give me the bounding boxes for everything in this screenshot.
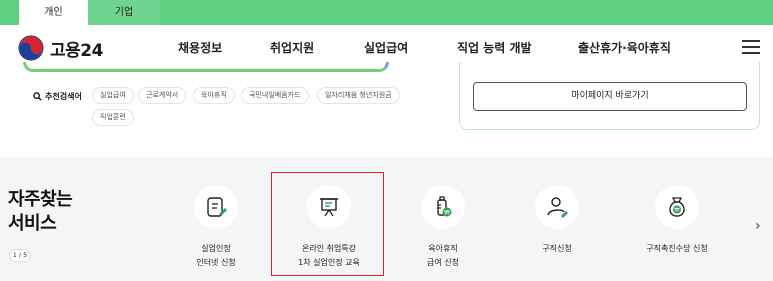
keyword-tag[interactable]: 육아휴직 bbox=[193, 87, 235, 104]
menu-icon[interactable] bbox=[742, 40, 760, 54]
service-label: 구직신청 bbox=[542, 244, 572, 253]
services-title-line1: 자주찾는 bbox=[8, 189, 73, 210]
nav-vocational-training[interactable]: 직업 능력 개발 bbox=[457, 39, 532, 56]
baby-bottle-icon: ₩ bbox=[421, 185, 465, 229]
money-bag-icon: ₩ bbox=[655, 185, 699, 229]
service-label: 육아휴직 bbox=[428, 244, 458, 253]
nav-job-info[interactable]: 채용정보 bbox=[178, 39, 222, 56]
search-input[interactable] bbox=[23, 62, 389, 72]
recommended-keywords-text: 추천검색어 bbox=[45, 92, 82, 101]
keyword-tag[interactable]: 직업훈련 bbox=[92, 109, 134, 126]
service-job-application[interactable]: 구직신청 bbox=[507, 185, 607, 256]
service-job-allowance[interactable]: ₩ 구직촉진수당 신청 bbox=[627, 185, 727, 256]
service-label: 실업인정 bbox=[201, 244, 231, 253]
keyword-tag[interactable]: 근로계약서 bbox=[138, 87, 187, 104]
tab-personal[interactable]: 개인 bbox=[19, 0, 88, 25]
carousel-pager: 1 / 5 bbox=[9, 249, 31, 262]
nav-unemployment-benefit[interactable]: 실업급여 bbox=[364, 39, 408, 56]
keyword-tag[interactable]: 실업급여 bbox=[92, 87, 134, 104]
document-pen-icon bbox=[194, 185, 238, 229]
logo-text[interactable]: 고용24 bbox=[50, 36, 103, 61]
svg-text:₩: ₩ bbox=[674, 208, 680, 214]
service-parental-leave[interactable]: ₩ 육아휴직급여 신청 bbox=[393, 185, 493, 270]
highlight-box bbox=[271, 172, 384, 276]
recommended-keywords-label: 추천검색어 bbox=[33, 91, 82, 102]
chevron-right-icon[interactable]: › bbox=[755, 218, 761, 234]
service-label: 구직촉진수당 신청 bbox=[646, 244, 708, 253]
service-label: 급여 신청 bbox=[427, 258, 459, 267]
mypage-button[interactable]: 마이페이지 바로가기 bbox=[473, 82, 747, 111]
nav-employment-support[interactable]: 취업지원 bbox=[270, 39, 314, 56]
service-label: 인터넷 신청 bbox=[196, 258, 236, 267]
keyword-tag[interactable]: 일자리채움 청년지원금 bbox=[317, 87, 400, 104]
nav-maternity-leave[interactable]: 출산휴가·육아휴직 bbox=[578, 39, 671, 56]
svg-text:₩: ₩ bbox=[444, 209, 450, 216]
keyword-tag[interactable]: 국민내일배움카드 bbox=[241, 87, 309, 104]
services-title: 자주찾는 서비스 bbox=[8, 188, 73, 236]
service-unemployment-recognition[interactable]: 실업인정인터넷 신청 bbox=[166, 185, 266, 270]
tab-business[interactable]: 기업 bbox=[88, 0, 160, 25]
logo-icon[interactable] bbox=[18, 35, 44, 61]
services-title-line2: 서비스 bbox=[8, 213, 57, 234]
search-icon bbox=[33, 92, 42, 101]
person-pen-icon bbox=[535, 185, 579, 229]
